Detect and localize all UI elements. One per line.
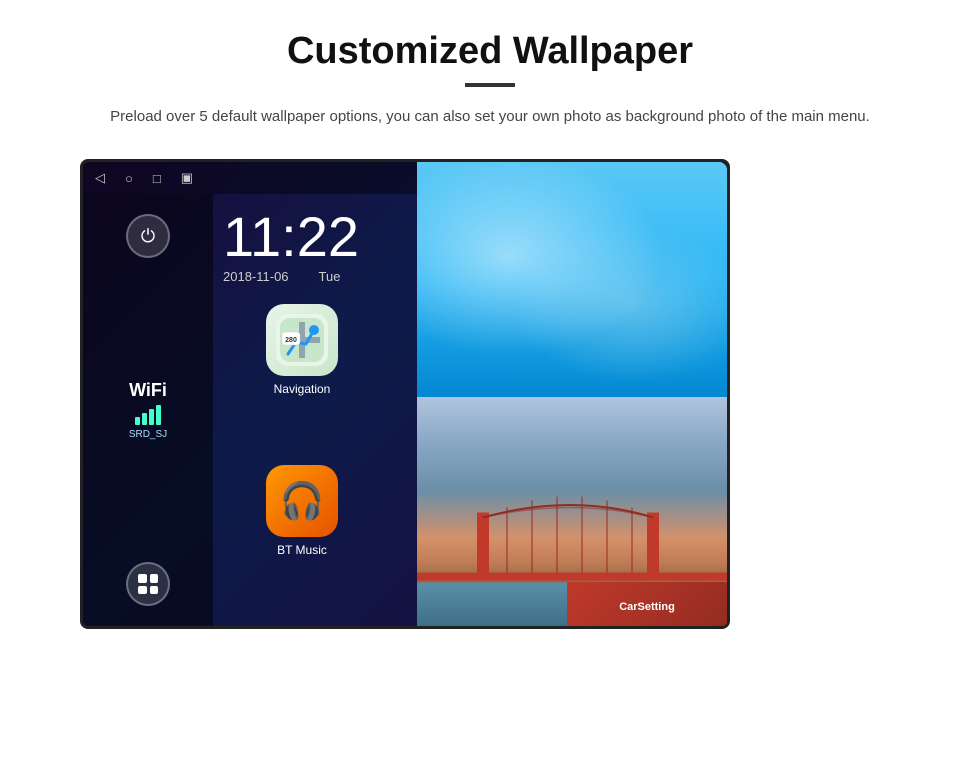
grid-icon bbox=[138, 574, 158, 594]
home-btn[interactable]: ○ bbox=[125, 171, 133, 186]
svg-text:280: 280 bbox=[285, 337, 297, 344]
page-description: Preload over 5 default wallpaper options… bbox=[110, 105, 870, 129]
page-wrapper: Customized Wallpaper Preload over 5 defa… bbox=[0, 0, 980, 649]
app-item-navigation[interactable]: 280 Navigation bbox=[223, 304, 381, 455]
wifi-widget: WiFi SRD_SJ bbox=[129, 380, 167, 440]
carsetting-strip: CarSetting bbox=[567, 582, 727, 629]
apps-drawer-button[interactable] bbox=[126, 562, 170, 606]
clock-day-value: Tue bbox=[319, 269, 341, 284]
left-sidebar: ⏻ WiFi SRD_SJ bbox=[83, 194, 213, 626]
app-label-navigation: Navigation bbox=[274, 382, 331, 396]
app-label-bt-music: BT Music bbox=[277, 543, 327, 557]
carsetting-label: CarSetting bbox=[619, 601, 675, 613]
wallpaper-thumb-bridge[interactable]: CarSetting bbox=[417, 397, 727, 629]
wallpaper-thumb-ice[interactable] bbox=[417, 162, 727, 397]
power-icon: ⏻ bbox=[141, 226, 155, 247]
back-btn[interactable]: ◁ bbox=[95, 170, 105, 186]
wifi-label: WiFi bbox=[129, 380, 167, 401]
nav-buttons: ◁ ○ □ ▣ bbox=[95, 170, 193, 186]
device-wrapper: ◁ ○ □ ▣ ⬧ ▾ 11:22 ⏻ bbox=[60, 159, 980, 629]
page-title: Customized Wallpaper bbox=[60, 30, 920, 73]
android-screen: ◁ ○ □ ▣ ⬧ ▾ 11:22 ⏻ bbox=[80, 159, 730, 629]
power-button[interactable]: ⏻ bbox=[126, 214, 170, 258]
wifi-ssid: SRD_SJ bbox=[129, 429, 167, 440]
wifi-bars bbox=[129, 405, 167, 425]
clock-date-value: 2018-11-06 bbox=[223, 269, 289, 284]
title-divider bbox=[465, 83, 515, 87]
nav-icon-detail: 280 bbox=[266, 304, 338, 376]
app-icon-bt-music: 🎧 bbox=[266, 465, 338, 537]
ice-overlay bbox=[417, 162, 727, 397]
clock-time: 11:22 bbox=[223, 209, 359, 265]
screenshot-btn[interactable]: ▣ bbox=[181, 170, 193, 186]
wifi-bar-4 bbox=[156, 405, 161, 425]
wifi-bar-3 bbox=[149, 409, 154, 425]
ice-background bbox=[417, 162, 727, 397]
map-svg: 280 bbox=[276, 314, 328, 366]
wifi-bar-2 bbox=[142, 413, 147, 425]
app-icon-navigation: 280 bbox=[266, 304, 338, 376]
clock-block: 11:22 2018-11-06 Tue bbox=[223, 209, 359, 284]
wallpaper-thumbnails: CarSetting bbox=[417, 162, 727, 629]
app-item-bt-music[interactable]: 🎧 BT Music bbox=[223, 465, 381, 616]
clock-date: 2018-11-06 Tue bbox=[223, 269, 359, 284]
screen-content: ⏻ WiFi SRD_SJ bbox=[83, 194, 727, 626]
wifi-bar-1 bbox=[135, 417, 140, 425]
recents-btn[interactable]: □ bbox=[153, 171, 161, 186]
bluetooth-icon: 🎧 bbox=[280, 480, 325, 522]
